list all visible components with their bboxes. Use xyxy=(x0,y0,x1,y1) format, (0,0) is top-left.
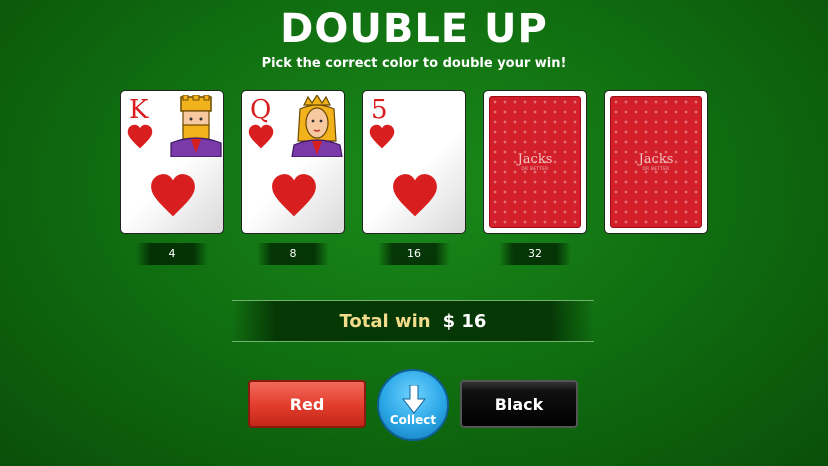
card-rank: 5 xyxy=(371,95,388,125)
card-back-pattern: Jacks OR BETTER xyxy=(489,96,581,228)
heart-icon xyxy=(272,174,316,217)
card-back-brand: Jacks xyxy=(517,152,553,167)
total-win-bar: Total win $ 16 xyxy=(232,300,594,342)
multiplier-label: 16 xyxy=(378,243,450,265)
card-back[interactable]: Jacks OR BETTER xyxy=(604,90,708,234)
black-button[interactable]: Black xyxy=(460,380,578,428)
card-queen-hearts: Q xyxy=(241,90,345,234)
card-back[interactable]: Jacks OR BETTER xyxy=(483,90,587,234)
card-rank: Q xyxy=(250,95,272,125)
king-icon xyxy=(170,95,222,157)
card-rank: K xyxy=(129,95,149,125)
heart-icon xyxy=(151,174,195,217)
heart-icon xyxy=(127,124,153,149)
card-five-hearts: 5 xyxy=(362,90,466,234)
title: DOUBLE UP xyxy=(280,6,548,52)
card-back-brand-sub: OR BETTER xyxy=(642,166,670,171)
multiplier-label: 4 xyxy=(136,243,208,265)
black-button-label: Black xyxy=(494,394,544,414)
card-back-brand: Jacks xyxy=(638,152,674,167)
card-king-hearts: K xyxy=(120,90,224,234)
red-button[interactable]: Red xyxy=(248,380,366,428)
collect-button[interactable]: Collect xyxy=(377,369,449,441)
queen-icon xyxy=(291,95,343,157)
card-back-pattern: Jacks OR BETTER xyxy=(610,96,702,228)
heart-icon xyxy=(248,124,274,149)
card-back-brand-sub: OR BETTER xyxy=(521,166,549,171)
subtitle: Pick the correct color to double your wi… xyxy=(261,56,567,71)
total-win-label: Total win xyxy=(339,310,431,332)
multiplier-label: 8 xyxy=(257,243,329,265)
heart-icon xyxy=(369,124,395,149)
collect-button-label: Collect xyxy=(389,413,437,427)
arrow-down-icon xyxy=(402,385,426,414)
total-win-amount: $ 16 xyxy=(442,310,487,332)
red-button-label: Red xyxy=(289,394,325,414)
heart-icon xyxy=(393,174,437,217)
multiplier-label: 32 xyxy=(499,243,571,265)
